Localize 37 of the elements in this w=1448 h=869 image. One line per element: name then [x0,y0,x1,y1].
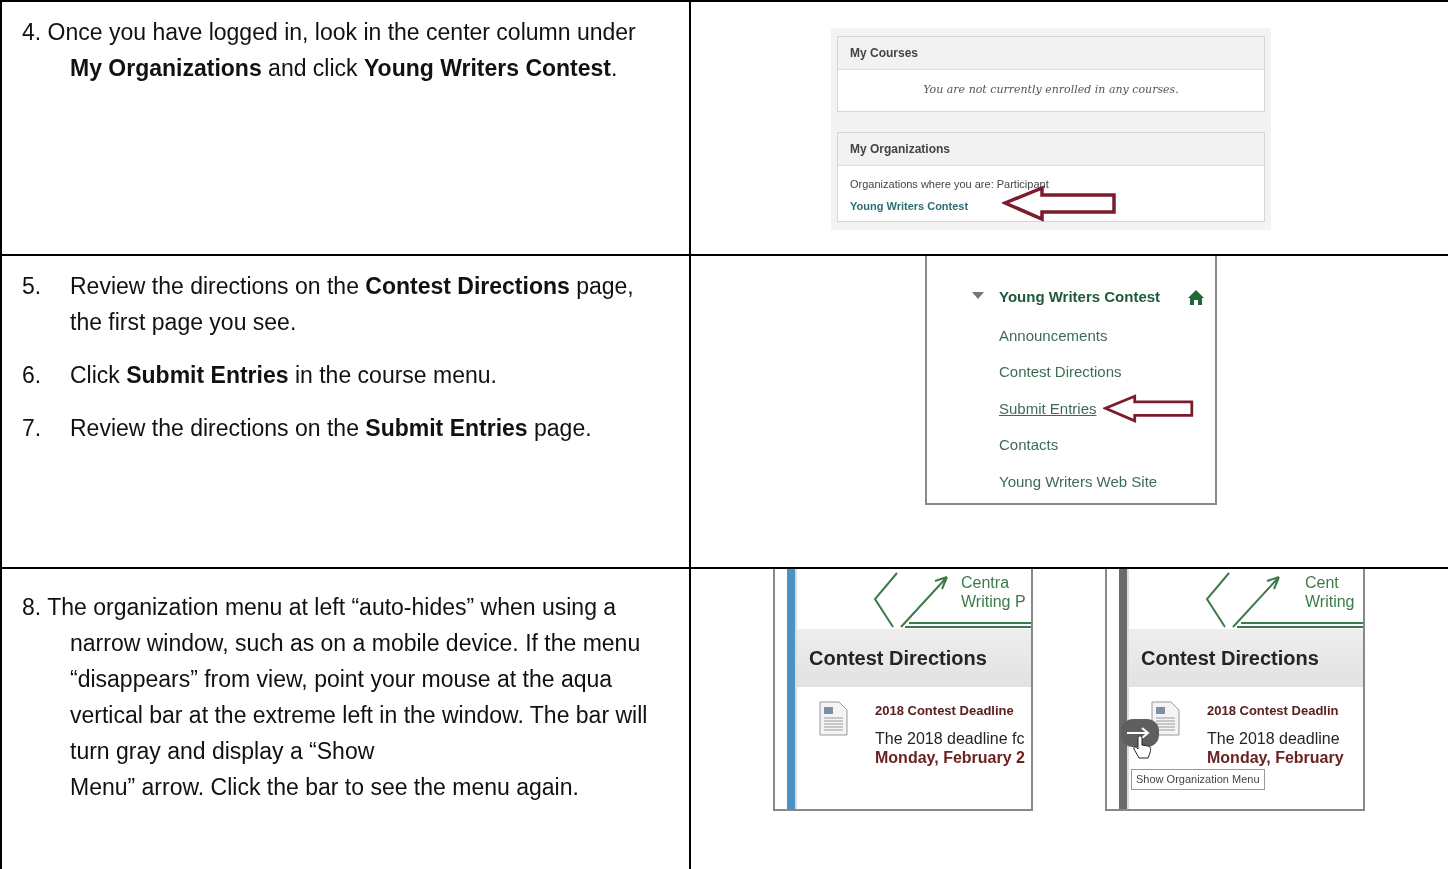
item-text: The 2018 deadline fc [875,728,1025,748]
instruction-text: 8. The organization menu at left “auto-hides” when using a narrow window, such as on a mobile device. If the menu “disappears” from view, point your mouse at the aqua vertical bar at the extreme left in the window. The bar will turn gray and display a “Show Menu” arrow. Click the bar to see the menu again. [22,593,649,802]
organization-link[interactable]: Young Writers Contest [850,198,969,215]
logo-text: Centra [961,573,1011,592]
role-text: Organizations where you are: Participant [850,176,1049,192]
item-text: The 2018 deadline [1207,728,1341,748]
hand-cursor-icon [1133,735,1152,759]
document-icon [819,701,849,737]
tooltip: Show Organization Menu [1131,769,1265,790]
menu-toggle-bar[interactable] [787,569,795,809]
page-heading: Contest Directions [1129,629,1363,687]
item-date: Monday, February [1207,747,1344,767]
course-menu-link[interactable]: Contacts [999,434,1059,457]
course-title[interactable]: Young Writers Contest [999,286,1161,309]
instruction-text: Click Submit Entries in the course menu. [70,361,498,390]
logo-text: Cent [1305,573,1340,592]
home-icon [1188,289,1205,305]
step-number: 6. [22,361,43,390]
module-title: My Courses [838,37,1264,70]
course-menu-link[interactable]: Contest Directions [999,361,1122,384]
instruction-text: Review the directions on the Contest Directions page, the first page you see. [70,272,635,337]
course-menu-link[interactable]: Announcements [999,324,1108,347]
module-title: My Organizations [838,132,1264,166]
step-number: 5. [22,272,43,301]
step-number: 7. [22,414,43,443]
logo-text: Writing [1305,592,1356,611]
course-menu-link[interactable]: Young Writers Web Site [999,470,1158,493]
item-title[interactable]: 2018 Contest Deadline [875,701,1025,721]
page-heading: Contest Directions [797,629,1031,687]
instruction-text: 4. Once you have logged in, look in the center column under My Organizations and click Young Writers Contest. [22,18,637,83]
course-menu-link[interactable]: Submit Entries [999,397,1097,420]
logo-text: Writing P [961,592,1027,611]
item-title[interactable]: 2018 Contest Deadlin [1207,701,1344,721]
instruction-text: Review the directions on the Submit Entries page. [70,414,593,443]
item-date: Monday, February 2 [875,747,1025,767]
empty-message: You are not currently enrolled in any courses. [922,82,1180,98]
menu-toggle-bar[interactable] [1119,569,1127,809]
